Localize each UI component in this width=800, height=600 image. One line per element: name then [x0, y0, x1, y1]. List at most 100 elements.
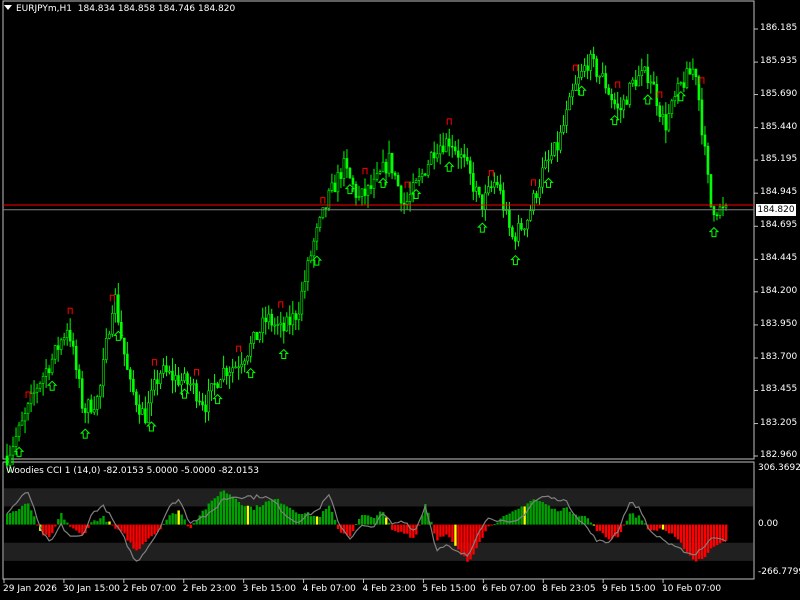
cci-histogram-bar: [333, 519, 337, 525]
cci-histogram-bar: [628, 513, 632, 525]
cci-histogram-bar: [168, 515, 171, 525]
candle-body: [700, 99, 704, 136]
cci-histogram-bar: [252, 509, 256, 525]
candle-body: [375, 173, 379, 180]
cci-histogram-bar: [90, 522, 93, 525]
cci-histogram-bar: [553, 508, 556, 525]
cci-histogram-bar: [667, 524, 671, 534]
cci-histogram-bar: [400, 524, 403, 532]
candle-body: [625, 99, 629, 105]
time-label: 2 Feb 23:00: [182, 584, 237, 594]
candle-body: [438, 145, 442, 155]
candle-body: [387, 152, 391, 174]
candle-body: [721, 206, 725, 209]
cci-histogram-bar: [183, 519, 186, 525]
cci-histogram-bar: [57, 519, 60, 525]
price-label: 183.700: [760, 352, 798, 363]
cci-histogram-bar: [652, 524, 656, 531]
candle-body: [511, 227, 514, 238]
candle-body: [399, 185, 403, 204]
candle-body: [162, 365, 165, 374]
candle-body: [186, 373, 189, 385]
candle-body: [544, 160, 547, 169]
cci-histogram-bar: [439, 524, 442, 537]
candle-body: [264, 317, 268, 323]
candle-body: [565, 109, 568, 126]
candle-body: [246, 355, 249, 362]
candle-body: [135, 391, 138, 406]
fractal-up-arrow: [488, 170, 494, 177]
candle-body: [604, 73, 607, 89]
fractal-down-arrow: [212, 393, 223, 405]
candle-body: [195, 383, 198, 402]
cci-histogram-bar: [291, 509, 295, 525]
triangle-down-icon[interactable]: [4, 5, 12, 10]
candle-body: [583, 65, 586, 72]
fractal-up-arrow: [320, 197, 326, 204]
indicator-axis-label: -266.7799: [758, 567, 800, 577]
cci-histogram-bar: [75, 524, 78, 531]
cci-histogram-bar: [412, 524, 415, 538]
candle-body: [550, 155, 553, 161]
time-label: 4 Feb 23:00: [362, 584, 416, 594]
price-label: 184.695: [760, 220, 798, 231]
candle-body: [348, 167, 352, 179]
candle-body: [478, 186, 481, 195]
candle-body: [183, 373, 186, 381]
cci-histogram-bar: [198, 515, 201, 525]
cci-histogram-bar: [490, 524, 493, 526]
cci-histogram-bar: [108, 521, 111, 525]
candle-body: [432, 152, 436, 159]
candle-body: [213, 383, 216, 385]
candle-body: [207, 390, 210, 413]
candle-body: [165, 365, 168, 373]
chart-canvas[interactable]: [0, 0, 800, 600]
candle-body: [712, 206, 716, 216]
candle-body: [285, 316, 289, 332]
candle-body: [499, 184, 502, 191]
candle-body: [315, 227, 319, 242]
candle-body: [450, 145, 454, 148]
cci-histogram-bar: [45, 524, 48, 535]
candle-body: [86, 399, 90, 413]
cci-histogram-bar: [147, 524, 150, 539]
cci-histogram-bar: [354, 524, 358, 526]
cci-histogram-bar: [231, 496, 235, 525]
cci-histogram-bar: [141, 524, 144, 545]
cci-histogram-bar: [186, 524, 189, 527]
cci-histogram-bar: [649, 524, 653, 531]
candle-body: [667, 113, 671, 131]
fractal-down-arrow: [245, 367, 256, 379]
cci-histogram-bar: [403, 524, 406, 534]
cci-histogram-bar: [709, 524, 713, 549]
candle-body: [462, 154, 466, 158]
candle-body: [475, 186, 478, 192]
price-label: 185.195: [760, 154, 798, 165]
cci-histogram-bar: [706, 524, 710, 553]
cci-histogram-bar: [138, 524, 141, 550]
fractal-up-arrow: [530, 179, 536, 186]
chart-window[interactable]: EURJPYm,H1 184.834 184.858 184.746 184.8…: [0, 0, 800, 600]
candle-body: [35, 387, 39, 393]
cci-histogram-bar: [388, 522, 391, 525]
cci-histogram-bar: [255, 505, 259, 525]
candle-body: [192, 383, 195, 385]
candle-body: [661, 114, 665, 117]
cci-histogram-bar: [445, 524, 448, 535]
cci-histogram-bar: [544, 504, 547, 525]
cci-histogram-bar: [360, 515, 364, 525]
indicator-title: Woodies CCI 1 (14,0) -82.0153 5.0000 -5.…: [6, 466, 260, 476]
candle-body: [628, 83, 632, 105]
cci-histogram-bar: [535, 500, 538, 525]
candle-body: [65, 329, 69, 338]
candle-body: [258, 332, 262, 340]
cci-histogram-bar: [664, 524, 668, 532]
cci-histogram-bar: [180, 514, 183, 525]
fractal-down-arrow: [278, 348, 289, 360]
candle-body: [336, 172, 340, 193]
candle-body: [465, 156, 469, 162]
cci-histogram-bar: [36, 524, 39, 526]
candle-body: [237, 366, 240, 369]
candle-body: [664, 114, 668, 131]
candle-body: [634, 79, 638, 87]
